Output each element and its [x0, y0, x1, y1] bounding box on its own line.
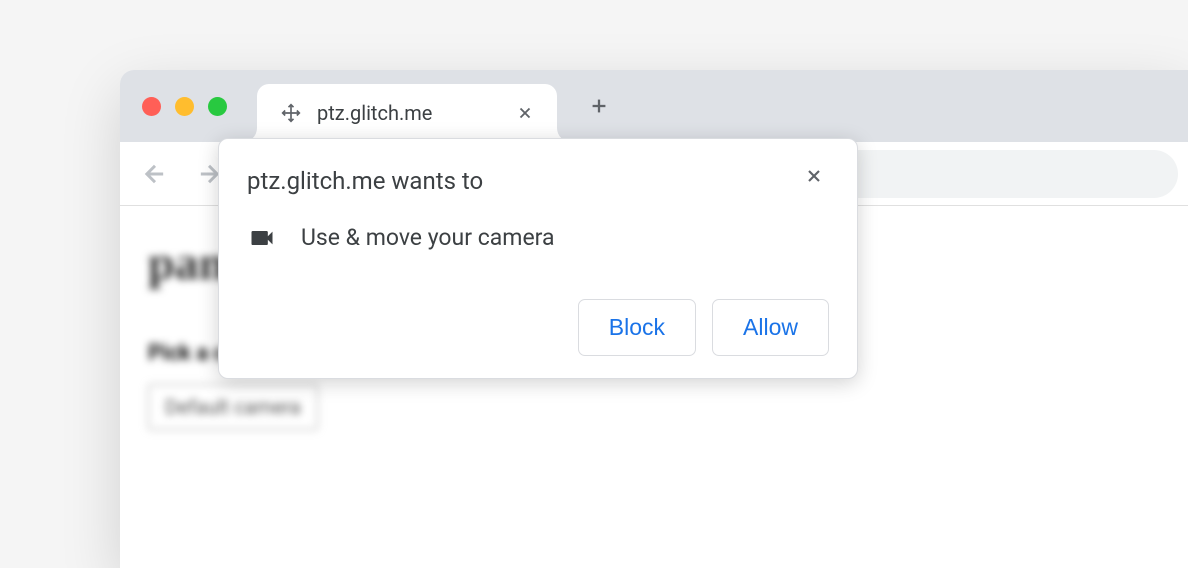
browser-tab[interactable]: ptz.glitch.me	[257, 84, 557, 142]
permission-text: Use & move your camera	[301, 224, 555, 251]
tab-title: ptz.glitch.me	[317, 101, 461, 125]
minimize-window-button[interactable]	[175, 97, 194, 116]
move-icon	[279, 101, 303, 125]
prompt-actions: Block Allow	[247, 299, 829, 356]
permission-row: Use & move your camera	[247, 223, 829, 253]
window-controls	[142, 97, 227, 116]
permission-prompt: ptz.glitch.me wants to Use & move your c…	[218, 138, 858, 379]
maximize-window-button[interactable]	[208, 97, 227, 116]
allow-button[interactable]: Allow	[712, 299, 829, 356]
close-window-button[interactable]	[142, 97, 161, 116]
camera-icon	[247, 223, 277, 253]
close-icon[interactable]	[799, 161, 829, 191]
new-tab-button[interactable]	[577, 84, 621, 128]
block-button[interactable]: Block	[578, 299, 696, 356]
prompt-header: ptz.glitch.me wants to	[247, 165, 829, 199]
camera-select[interactable]: Default camera	[148, 384, 318, 430]
prompt-title: ptz.glitch.me wants to	[247, 165, 483, 199]
back-button[interactable]	[130, 149, 180, 199]
close-tab-button[interactable]	[511, 99, 539, 127]
tab-strip: ptz.glitch.me	[120, 70, 1188, 142]
